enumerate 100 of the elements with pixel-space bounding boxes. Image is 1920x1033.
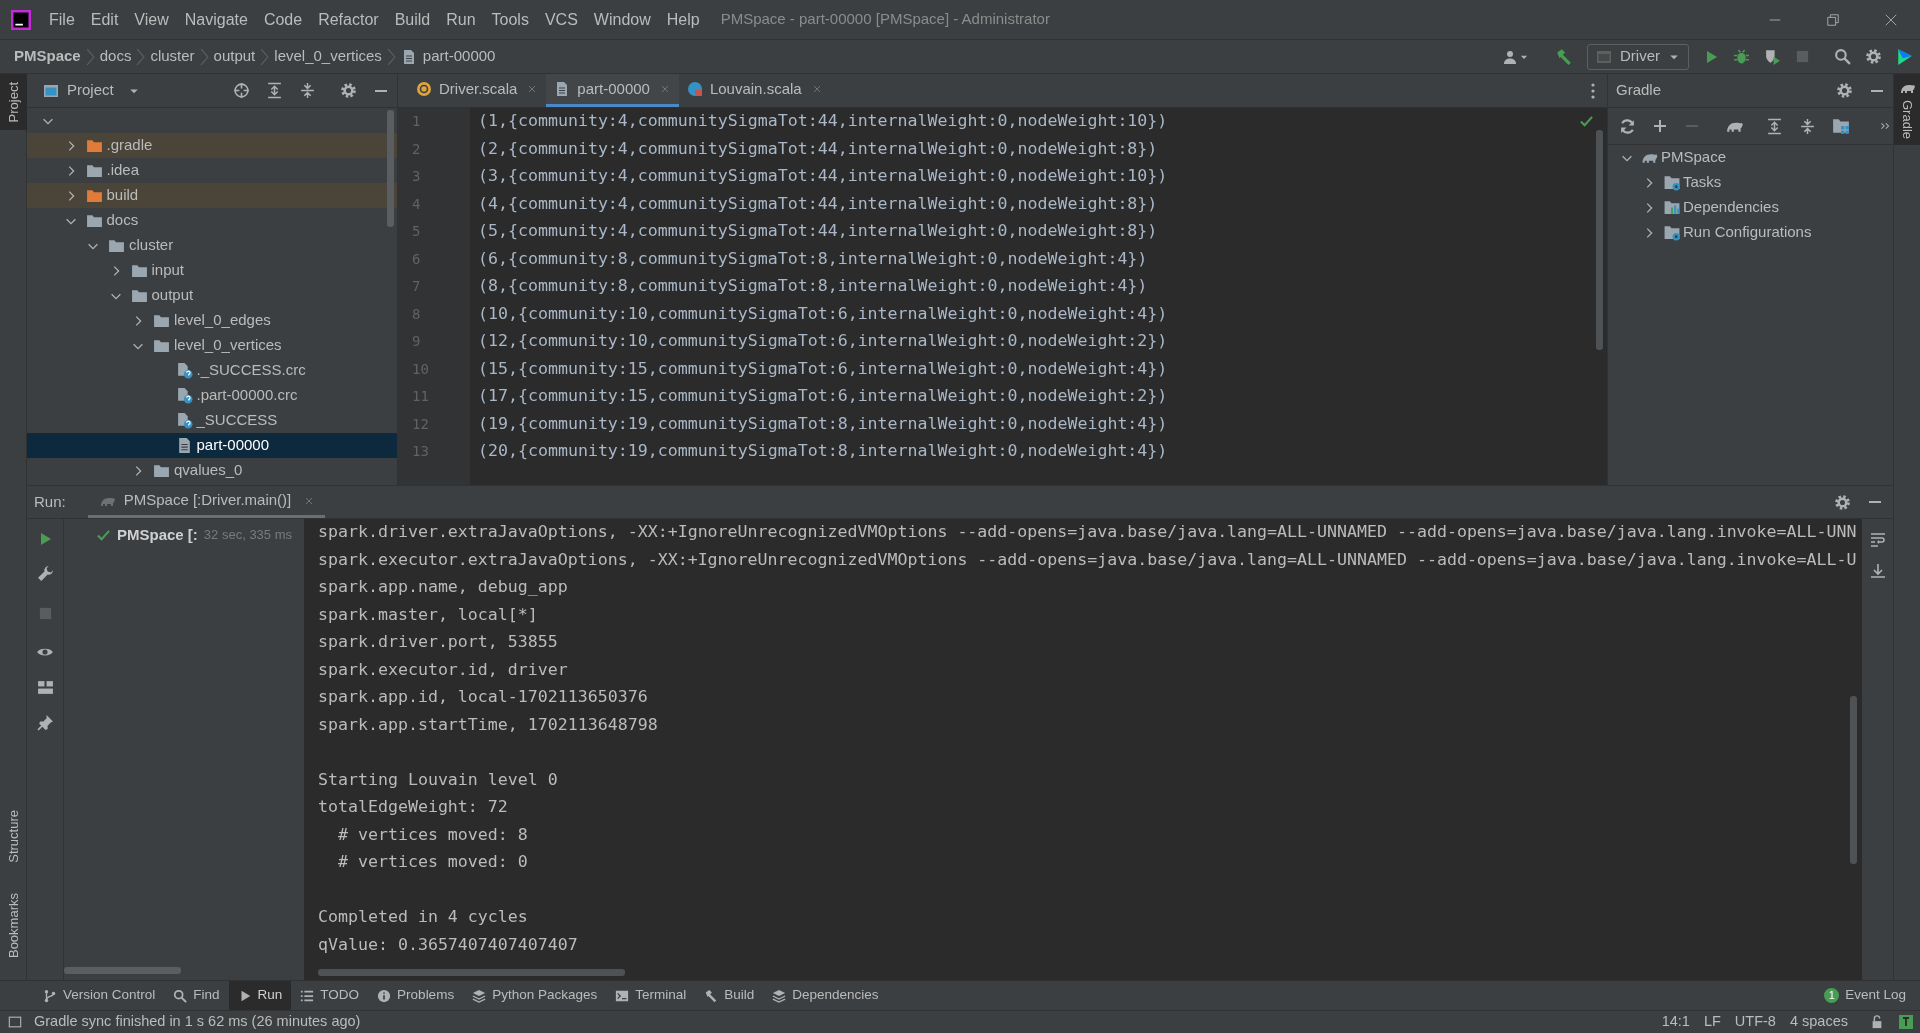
settings-icon[interactable] [340, 82, 357, 99]
editor-tab[interactable]: part-00000 [546, 74, 679, 107]
plugin-status-icon[interactable] [1898, 1014, 1914, 1030]
run-configuration-tab[interactable]: PMSpace [:Driver.main()] [87, 486, 326, 518]
tree-item[interactable]: PMSpace [: 32 sec, 335 ms [64, 523, 304, 547]
breadcrumb[interactable]: output [213, 45, 256, 68]
menu-item[interactable]: Build [387, 7, 438, 32]
tree-item[interactable]: output [27, 283, 397, 308]
tool-window-tab[interactable]: Find [164, 981, 229, 1010]
refresh-icon[interactable] [1619, 117, 1636, 135]
gear-folder-icon [1663, 174, 1681, 191]
tree-item[interactable]: .part-00000.crc [27, 383, 397, 408]
tree-item[interactable]: ._SUCCESS.crc [27, 358, 397, 383]
folder-icon [85, 162, 103, 179]
event-log-tab[interactable]: 1 Event Log [1818, 981, 1912, 1010]
settings-icon[interactable] [1865, 48, 1882, 65]
tool-window-tab[interactable]: TODO [291, 981, 369, 1010]
tool-window-tab[interactable]: Project [0, 74, 27, 131]
menu-item[interactable]: Refactor [311, 7, 386, 32]
search-icon[interactable] [1834, 48, 1851, 65]
breadcrumb[interactable]: docs [99, 45, 132, 68]
add-icon[interactable] [1652, 118, 1668, 134]
layout-icon[interactable] [36, 679, 54, 696]
run-configuration-dropdown[interactable]: Driver [1587, 43, 1689, 70]
file-encoding[interactable]: UTF-8 [1734, 1011, 1776, 1033]
code-line: (2,{community:4,communitySigmaTot:44,internalWeight:0,nodeWeight:8}) [478, 137, 1158, 160]
tree-item[interactable]: docs [27, 208, 397, 233]
editor-tab[interactable]: Louvain.scala [678, 74, 831, 107]
scroll-to-end-icon[interactable] [1869, 563, 1886, 579]
menu-item[interactable]: Window [586, 7, 658, 32]
folder-icon [108, 237, 125, 254]
menu-item[interactable]: Navigate [177, 7, 255, 32]
chart-folder-icon [1663, 199, 1681, 216]
expand-all-icon[interactable] [266, 82, 283, 99]
breadcrumb[interactable]: level_0_vertices [274, 45, 382, 68]
tree-item[interactable]: .idea [27, 158, 397, 183]
tool-window-tab[interactable]: Python Packages [463, 981, 607, 1010]
scrollbar[interactable] [1596, 130, 1603, 350]
tree-item[interactable]: part-00000 [27, 433, 397, 458]
settings-icon[interactable] [1834, 493, 1851, 511]
editor-tab[interactable]: Driver.scala [408, 74, 547, 107]
menu-item[interactable]: VCS [537, 7, 585, 32]
lock-icon[interactable] [1870, 1015, 1884, 1029]
menu-item[interactable]: Run [439, 7, 483, 32]
panel-title[interactable]: Project [67, 79, 114, 102]
tool-window-tab[interactable]: Version Control [34, 981, 165, 1010]
tree-item[interactable]: Tasks [1608, 170, 1893, 195]
tree-item[interactable]: .gradle [27, 133, 397, 158]
tree-item[interactable]: _SUCCESS [27, 408, 397, 433]
collapse-all-icon[interactable] [299, 82, 316, 99]
close-icon[interactable] [1884, 12, 1898, 27]
breadcrumb[interactable]: cluster [150, 45, 195, 68]
tree-item[interactable]: Run Configurations [1608, 220, 1893, 245]
caret-position[interactable]: 14:1 [1661, 1011, 1690, 1033]
menu-item[interactable]: File [42, 7, 82, 32]
scrollbar[interactable] [64, 967, 181, 974]
menu-item[interactable]: Edit [83, 7, 126, 32]
tool-window-tab[interactable]: Structure [0, 802, 27, 871]
folder-grid-icon[interactable] [1832, 117, 1850, 135]
expand-all-icon[interactable] [1766, 117, 1783, 135]
settings-icon[interactable] [1836, 82, 1853, 99]
menu-item[interactable]: Tools [484, 7, 536, 32]
tree-item[interactable]: qvalues_0 [27, 458, 397, 483]
tool-window-tab[interactable]: Terminal [606, 981, 696, 1010]
restore-icon[interactable] [1826, 12, 1840, 27]
line-separator[interactable]: LF [1703, 1011, 1721, 1033]
tree-item[interactable]: cluster [27, 233, 397, 258]
tool-window-tab[interactable]: Gradle [1894, 74, 1920, 146]
console-line: # vertices moved: 8 [336, 823, 528, 846]
menu-item[interactable]: View [127, 7, 176, 32]
soft-wrap-icon[interactable] [1869, 531, 1886, 547]
plugin-logo-icon[interactable] [1896, 47, 1914, 66]
scrollbar[interactable] [387, 110, 394, 227]
tool-window-tab[interactable]: Build [695, 981, 764, 1010]
user-icon[interactable] [1503, 48, 1519, 65]
tool-window-tab[interactable]: Run [228, 981, 292, 1010]
collapse-all-icon[interactable] [1799, 117, 1816, 135]
crosshair-icon[interactable] [233, 82, 250, 99]
menu-item[interactable]: Code [256, 7, 310, 32]
tree-item[interactable]: level_0_edges [27, 308, 397, 333]
tree-item[interactable]: build [27, 183, 397, 208]
indent-setting[interactable]: 4 spaces [1789, 1011, 1848, 1033]
more-options-icon[interactable] [1591, 82, 1595, 99]
tool-windows-icon[interactable] [8, 1015, 22, 1029]
tree-item[interactable]: Dependencies [1608, 195, 1893, 220]
breadcrumb[interactable]: PMSpace [14, 45, 81, 68]
debug-bug-icon[interactable] [1733, 48, 1750, 65]
tree-item[interactable]: level_0_vertices [27, 333, 397, 358]
tool-window-tab[interactable]: Dependencies [763, 981, 888, 1010]
menu-item[interactable]: Help [659, 7, 707, 32]
pin-icon[interactable] [36, 714, 54, 731]
wrench-icon[interactable] [36, 565, 54, 582]
scrollbar[interactable] [318, 969, 625, 976]
tree-item[interactable]: PMSpace [1608, 145, 1893, 170]
coverage-icon[interactable] [1764, 48, 1781, 65]
tool-window-tab[interactable]: Bookmarks [0, 884, 27, 966]
tool-window-tab[interactable]: Problems [368, 981, 464, 1010]
breadcrumb[interactable]: part-00000 [422, 45, 496, 68]
tree-item[interactable]: input [27, 258, 397, 283]
scrollbar[interactable] [1850, 696, 1857, 864]
